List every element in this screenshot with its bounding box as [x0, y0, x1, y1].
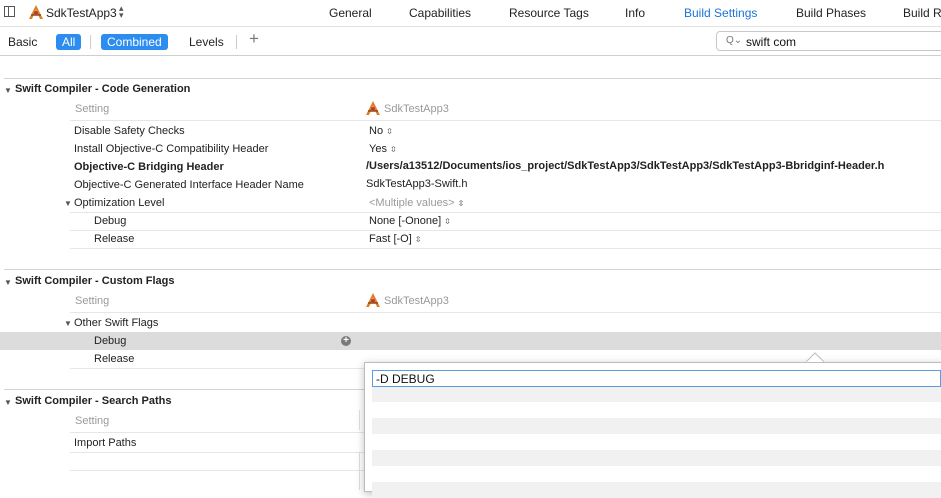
section-title-search-paths[interactable]: Swift Compiler - Search Paths — [15, 395, 171, 407]
setting-other-swift-flags-debug[interactable]: Debug — [94, 335, 126, 347]
filter-divider — [90, 35, 91, 49]
row-divider — [70, 212, 941, 213]
all-filter-button[interactable]: All — [56, 34, 82, 50]
tab-capabilities[interactable]: Capabilities — [409, 6, 471, 20]
app-target-icon — [366, 101, 380, 115]
setting-column-header: Setting — [75, 295, 110, 307]
search-input[interactable]: swift com — [746, 35, 796, 49]
value-install-objc-header[interactable]: Yes ⇳ — [369, 143, 397, 155]
value-objc-generated-header-name[interactable]: SdkTestApp3-Swift.h — [366, 178, 468, 190]
basic-filter-button[interactable]: Basic — [2, 34, 43, 50]
target-column-header: SdkTestApp3 — [384, 295, 449, 307]
row-divider — [70, 368, 364, 369]
popup-chevron-icon[interactable]: ⇳ — [390, 145, 397, 154]
setting-optimization-release[interactable]: Release — [94, 233, 134, 245]
setting-optimization-level[interactable]: Optimization Level — [74, 197, 165, 209]
value-optimization-release[interactable]: Fast [-O] ⇳ — [369, 233, 421, 245]
section-title-code-generation[interactable]: Swift Compiler - Code Generation — [15, 83, 190, 95]
disclosure-triangle-icon[interactable]: ▼ — [4, 86, 12, 95]
tab-resource-tags[interactable]: Resource Tags — [509, 6, 589, 20]
setting-disable-safety-checks[interactable]: Disable Safety Checks — [74, 125, 185, 137]
add-condition-icon[interactable]: + — [341, 336, 351, 346]
tab-build-phases[interactable]: Build Phases — [796, 6, 866, 20]
setting-other-swift-flags-release[interactable]: Release — [94, 353, 134, 365]
row-divider — [70, 432, 364, 433]
target-column-header: SdkTestApp3 — [384, 103, 449, 115]
setting-import-paths[interactable]: Import Paths — [74, 437, 136, 449]
levels-view-button[interactable]: Levels — [183, 34, 230, 50]
flag-entry-value[interactable]: -D DEBUG — [376, 372, 435, 386]
disclosure-triangle-icon[interactable]: ▼ — [64, 199, 72, 208]
flags-list — [372, 370, 941, 498]
section-divider — [4, 78, 941, 79]
disclosure-triangle-icon[interactable]: ▼ — [4, 398, 12, 407]
combined-view-button[interactable]: Combined — [101, 34, 168, 50]
disclosure-triangle-icon[interactable]: ▼ — [64, 319, 72, 328]
list-item[interactable] — [372, 450, 941, 466]
value-optimization-level[interactable]: <Multiple values> ⇳ — [369, 197, 464, 209]
setting-install-objc-header[interactable]: Install Objective-C Compatibility Header — [74, 143, 268, 155]
setting-column-header: Setting — [75, 415, 110, 427]
row-divider — [70, 312, 941, 313]
disclosure-triangle-icon[interactable]: ▼ — [4, 278, 12, 287]
navigator-toggle-icon[interactable] — [4, 6, 15, 17]
popover-arrow — [806, 352, 824, 362]
setting-objc-generated-header-name[interactable]: Objective-C Generated Interface Header N… — [74, 179, 304, 191]
setting-column-header: Setting — [75, 103, 110, 115]
setting-optimization-debug[interactable]: Debug — [94, 215, 126, 227]
row-divider — [70, 230, 941, 231]
list-item[interactable] — [372, 386, 941, 402]
list-item[interactable] — [372, 434, 941, 450]
filter-divider — [236, 35, 237, 49]
row-divider — [70, 248, 941, 249]
add-setting-button[interactable]: + — [249, 29, 259, 49]
column-divider — [359, 452, 360, 490]
section-divider — [4, 389, 364, 390]
row-divider — [70, 470, 364, 471]
value-objc-bridging-header[interactable]: /Users/a13512/Documents/ios_project/SdkT… — [366, 160, 884, 172]
popup-chevron-icon[interactable]: ⇳ — [444, 217, 451, 226]
section-divider — [4, 269, 941, 270]
search-icon[interactable]: Q⌄ — [726, 35, 742, 46]
section-title-custom-flags[interactable]: Swift Compiler - Custom Flags — [15, 275, 175, 287]
target-selector[interactable]: SdkTestApp3 — [46, 6, 117, 20]
setting-other-swift-flags[interactable]: Other Swift Flags — [74, 317, 158, 329]
popup-chevron-icon[interactable]: ⇳ — [386, 127, 393, 136]
list-item[interactable] — [372, 466, 941, 482]
list-item[interactable] — [372, 402, 941, 418]
tab-build-rules[interactable]: Build R — [903, 6, 941, 20]
row-divider — [70, 120, 941, 121]
target-chevron-icon[interactable]: ▴ ▾ — [119, 4, 124, 20]
list-item[interactable] — [372, 482, 941, 498]
popup-chevron-icon[interactable]: ⇳ — [458, 199, 465, 208]
popup-chevron-icon[interactable]: ⇳ — [415, 235, 422, 244]
tab-general[interactable]: General — [329, 6, 372, 20]
flag-entry-field[interactable] — [372, 370, 941, 387]
app-target-icon — [366, 293, 380, 307]
setting-objc-bridging-header[interactable]: Objective-C Bridging Header — [74, 161, 224, 173]
value-disable-safety-checks[interactable]: No ⇳ — [369, 125, 393, 137]
app-target-icon — [29, 5, 43, 19]
tab-build-settings[interactable]: Build Settings — [684, 6, 757, 20]
selected-row-highlight — [0, 332, 941, 350]
column-divider — [359, 410, 360, 430]
tab-info[interactable]: Info — [625, 6, 645, 20]
value-optimization-debug[interactable]: None [-Onone] ⇳ — [369, 215, 451, 227]
row-divider — [70, 452, 364, 453]
list-item[interactable] — [372, 418, 941, 434]
